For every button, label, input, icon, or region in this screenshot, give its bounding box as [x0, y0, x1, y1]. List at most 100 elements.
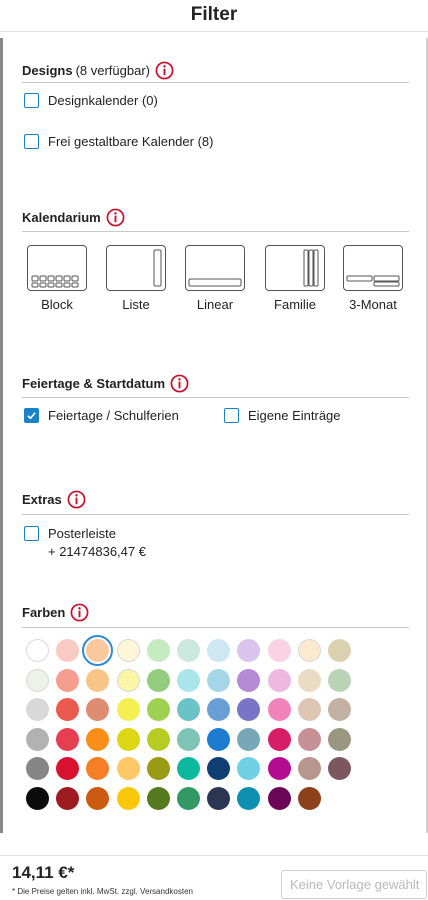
checkbox[interactable]	[24, 526, 39, 541]
color-swatch[interactable]	[116, 668, 140, 692]
color-swatch[interactable]	[116, 787, 140, 810]
color-swatch[interactable]	[237, 668, 261, 692]
color-swatch[interactable]	[267, 787, 291, 810]
color-swatch[interactable]	[146, 698, 170, 722]
kalendarium-option-familie[interactable]: Familie	[264, 245, 326, 312]
select-template-button[interactable]: Keine Vorlage gewählt	[281, 870, 427, 899]
divider	[22, 231, 409, 232]
color-swatch[interactable]	[56, 727, 80, 751]
scrollbar-left[interactable]	[0, 38, 3, 833]
checkbox[interactable]	[24, 134, 39, 149]
color-swatch[interactable]	[177, 727, 200, 751]
color-swatch[interactable]	[237, 727, 261, 751]
color-swatch[interactable]	[116, 698, 140, 722]
color-swatch[interactable]	[86, 698, 110, 722]
color-swatch[interactable]	[56, 639, 80, 662]
color-swatch[interactable]	[267, 698, 291, 722]
color-swatch[interactable]	[267, 668, 291, 692]
info-icon[interactable]	[70, 603, 89, 622]
color-swatch[interactable]	[146, 639, 170, 662]
price-note: * Die Preise gelten inkl. MwSt. zzgl. Ve…	[12, 887, 193, 896]
color-swatch[interactable]	[328, 698, 351, 722]
option-label: Designkalender (0)	[48, 93, 158, 108]
color-swatch[interactable]	[237, 787, 261, 810]
color-swatch[interactable]	[56, 668, 80, 692]
color-swatch[interactable]	[207, 787, 231, 810]
checkbox-checked[interactable]	[24, 408, 39, 423]
color-swatch[interactable]	[26, 698, 49, 722]
color-swatch[interactable]	[116, 727, 140, 751]
color-swatch[interactable]	[26, 787, 49, 810]
color-swatch[interactable]	[82, 635, 114, 666]
feiertage-option-schulferien[interactable]: Feiertage / Schulferien	[24, 408, 179, 423]
color-swatch[interactable]	[56, 757, 80, 781]
color-swatch[interactable]	[26, 757, 49, 781]
color-swatch[interactable]	[177, 787, 200, 810]
kalendarium-option-liste[interactable]: Liste	[105, 245, 167, 312]
color-swatch[interactable]	[146, 727, 170, 751]
color-swatch[interactable]	[328, 668, 351, 692]
color-swatch[interactable]	[177, 698, 200, 722]
color-swatch[interactable]	[237, 757, 261, 781]
color-swatch[interactable]	[146, 787, 170, 810]
farben-section-title: Farben	[22, 603, 89, 622]
color-swatch[interactable]	[267, 727, 291, 751]
extras-option-posterleiste[interactable]: Posterleiste	[24, 526, 116, 541]
color-swatch[interactable]	[146, 757, 170, 781]
divider	[22, 514, 409, 515]
feiertage-option-eigene-eintraege[interactable]: Eigene Einträge	[224, 408, 341, 423]
color-swatch[interactable]	[237, 639, 261, 662]
color-swatch[interactable]	[207, 639, 231, 662]
color-swatch[interactable]	[56, 787, 80, 810]
designs-option-designkalender[interactable]: Designkalender (0)	[24, 93, 158, 108]
info-icon[interactable]	[170, 374, 189, 393]
color-swatch[interactable]	[297, 727, 321, 751]
color-swatch[interactable]	[328, 639, 351, 662]
color-swatch[interactable]	[86, 727, 110, 751]
color-swatch[interactable]	[56, 698, 80, 722]
color-swatch[interactable]	[207, 757, 231, 781]
designs-option-frei-gestaltbar[interactable]: Frei gestaltbare Kalender (8)	[24, 134, 213, 149]
color-swatch[interactable]	[267, 639, 291, 662]
color-swatch[interactable]	[267, 757, 291, 781]
color-swatch[interactable]	[207, 727, 231, 751]
page-title: Filter	[190, 4, 238, 25]
farben-title: Farben	[22, 605, 66, 620]
info-icon[interactable]	[106, 208, 125, 227]
color-swatch[interactable]	[297, 757, 321, 781]
color-swatch[interactable]	[86, 668, 110, 692]
color-swatch[interactable]	[328, 727, 351, 751]
color-swatch[interactable]	[297, 668, 321, 692]
color-swatch[interactable]	[237, 698, 261, 722]
color-swatch[interactable]	[207, 698, 231, 722]
divider	[22, 397, 409, 398]
feiertage-section-title: Feiertage & Startdatum	[22, 374, 189, 393]
color-swatch[interactable]	[26, 727, 49, 751]
designs-section-title: Designs (8 verfügbar)	[22, 61, 174, 80]
kalendarium-option-block[interactable]: Block	[26, 245, 88, 312]
color-swatch[interactable]	[146, 668, 170, 692]
color-swatch[interactable]	[177, 757, 200, 781]
color-swatch[interactable]	[116, 639, 140, 662]
color-swatch[interactable]	[86, 757, 110, 781]
color-swatch[interactable]	[26, 639, 49, 662]
color-swatch[interactable]	[297, 698, 321, 722]
color-swatch[interactable]	[116, 757, 140, 781]
info-icon[interactable]	[67, 490, 86, 509]
checkbox[interactable]	[224, 408, 239, 423]
linear-layout-icon	[185, 245, 245, 291]
footer: 14,11 €* * Die Preise gelten inkl. MwSt.…	[0, 855, 428, 900]
color-swatch[interactable]	[328, 757, 351, 781]
color-swatch[interactable]	[26, 668, 49, 692]
info-icon[interactable]	[155, 61, 174, 80]
color-swatch[interactable]	[297, 639, 321, 662]
color-swatch[interactable]	[297, 787, 321, 810]
kalendarium-option-linear[interactable]: Linear	[184, 245, 246, 312]
designs-title: Designs	[22, 63, 73, 78]
color-swatch[interactable]	[177, 668, 200, 692]
kalendarium-option-3-monat[interactable]: 3-Monat	[342, 245, 404, 312]
color-swatch[interactable]	[177, 639, 200, 662]
checkbox[interactable]	[24, 93, 39, 108]
color-swatch[interactable]	[86, 787, 110, 810]
color-swatch[interactable]	[207, 668, 231, 692]
